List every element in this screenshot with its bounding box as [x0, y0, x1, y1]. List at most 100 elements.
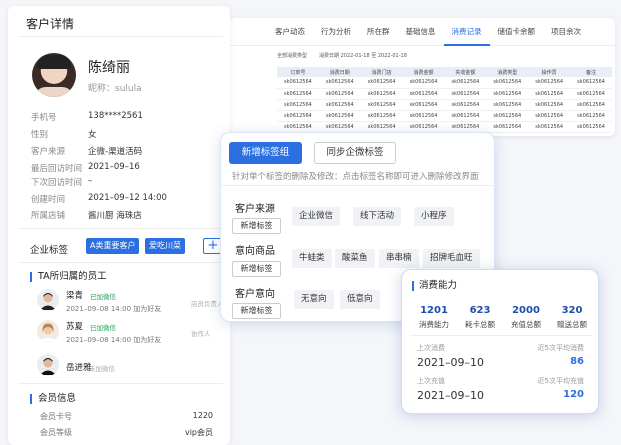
tag-chip[interactable]: 牛蛙类: [292, 249, 332, 268]
tab-basic-info[interactable]: 基础信息: [398, 18, 444, 46]
table-cell: sk0612564: [318, 77, 361, 89]
add-tag-button[interactable]: 新增标签: [232, 303, 281, 319]
tag-chip[interactable]: 小程序: [414, 207, 454, 226]
table-header-cell: 操作员: [528, 67, 571, 77]
tag-group-label: 意向商品: [235, 246, 275, 257]
customer-name: 陈绮丽: [88, 60, 130, 76]
table-cell: sk0612564: [486, 88, 529, 100]
consumption-ability-card: 消费能力 1201 消费能力 623 耗卡总额 2000 充值总额 320 赠送…: [401, 269, 599, 414]
tag-chip[interactable]: 企业微信: [292, 207, 341, 226]
employee-name: 梁青: [66, 291, 84, 301]
consume-date-range[interactable]: 消费日期 2022-01-18 至 2022-01-18: [319, 52, 407, 59]
table-cell: sk0612564: [570, 110, 612, 122]
field-label: 最后回访时间: [31, 164, 83, 174]
member-field-label: 会员卡号: [40, 412, 72, 421]
table-cell: sk0612564: [318, 88, 361, 100]
tag-chip[interactable]: 酸菜鱼: [335, 249, 375, 268]
created-time-value: 2021–09–12 14:00: [88, 193, 167, 203]
field-label: 创建时间: [31, 195, 66, 205]
table-cell: sk0612564: [277, 77, 319, 89]
stat-label: 赠送总额: [557, 320, 587, 329]
divider: [410, 335, 592, 336]
field-label: 所属店铺: [31, 211, 66, 221]
table-cell: sk0612564: [528, 110, 571, 122]
table-cell: sk0612564: [360, 77, 403, 89]
employee-avatar: [37, 289, 59, 311]
table-cell: sk0612564: [277, 110, 319, 122]
table-cell: sk0612564: [444, 121, 487, 133]
member-level: vip会员: [184, 428, 213, 437]
tab-customer-activity[interactable]: 客户动态: [267, 18, 313, 46]
wechat-status-badge: 未加微信: [89, 365, 115, 373]
table-header-cell: 消费门店: [360, 67, 403, 77]
enterprise-tag[interactable]: A类重要客户: [86, 238, 140, 254]
table-row[interactable]: sk0612564 sk0612564 sk0612564 sk0612564 sk06…: [277, 99, 612, 111]
employee-avatar: [37, 320, 59, 342]
tab-stored-card-balance[interactable]: 储值卡余额: [490, 18, 544, 46]
last-visit-value: 2021–09–16: [88, 162, 140, 172]
tab-groups[interactable]: 所在群: [359, 18, 398, 46]
table-cell: sk0612564: [277, 88, 319, 100]
stat-label: 充值总额: [511, 320, 541, 329]
table-cell: sk0612564: [402, 88, 445, 100]
table-row[interactable]: sk0612564 sk0612564 sk0612564 sk0612564 sk06…: [277, 77, 612, 89]
table-cell: sk0612564: [402, 99, 445, 111]
member-section-title: 会员信息: [30, 394, 76, 404]
last-consume-label: 上次消费: [417, 344, 445, 352]
table-cell: sk0612564: [486, 99, 529, 111]
avatar: [32, 53, 76, 97]
divider: [18, 228, 223, 229]
member-field-label: 会员等级: [40, 428, 72, 437]
employee-name: 苏夏: [66, 322, 84, 332]
page-title: 客户详情: [26, 17, 75, 31]
table-cell: sk0612564: [318, 121, 361, 133]
tag-chip[interactable]: 招牌毛血旺: [423, 249, 480, 268]
table-row[interactable]: sk0612564 sk0612564 sk0612564 sk0612564 sk06…: [277, 121, 612, 133]
store-value: 酱川厨 海珠店: [88, 211, 142, 221]
divider: [18, 262, 223, 263]
table-cell: sk0612564: [402, 121, 445, 133]
consume-type-select[interactable]: 全部消费类型: [277, 52, 307, 59]
phone-value: 138****2561: [88, 111, 143, 121]
add-tag-button[interactable]: 新增标签: [232, 218, 281, 234]
last-consume-date: 2021–09–10: [417, 356, 484, 369]
table-cell: sk0612564: [444, 88, 487, 100]
filter-row: 全部消费类型 消费日期 2022-01-18 至 2022-01-18: [277, 52, 407, 59]
employee-added-time: 2021–09–08 14:00 加为好友: [66, 305, 162, 313]
avg5-consume-value: 86: [570, 356, 584, 367]
table-cell: sk0612564: [570, 77, 612, 89]
table-cell: sk0612564: [444, 110, 487, 122]
records-table: 订单号 消费日期 消费门店 消费金额 实收金额 消费类型 操作员 备注 sk0612564 sk…: [277, 67, 612, 133]
gender-value: 女: [88, 130, 97, 140]
table-cell: sk0612564: [528, 77, 571, 89]
tab-project-remaining[interactable]: 项目余次: [543, 18, 589, 46]
employee-name: 岳进雅: [66, 363, 92, 373]
table-cell: sk0612564: [402, 77, 445, 89]
new-tag-group-button[interactable]: 新增标签组: [229, 142, 302, 164]
employee-role: 店员负责人: [191, 300, 224, 308]
table-cell: sk0612564: [277, 121, 319, 133]
stat-label: 消费能力: [419, 320, 449, 329]
field-label: 客户来源: [31, 147, 66, 157]
tag-chip[interactable]: 串串楠: [379, 249, 419, 268]
employee-avatar: [37, 354, 59, 376]
tag-chip[interactable]: 线下活动: [353, 207, 402, 226]
table-row[interactable]: sk0612564 sk0612564 sk0612564 sk0612564 sk06…: [277, 88, 612, 100]
table-cell: sk0612564: [570, 99, 612, 111]
table-header-cell: 实收金额: [444, 67, 487, 77]
tag-chip[interactable]: 低意向: [340, 290, 380, 309]
tab-behavior-analysis[interactable]: 行为分析: [313, 18, 359, 46]
table-cell: sk0612564: [528, 99, 571, 111]
sync-wecom-tags-button[interactable]: 同步企微标签: [314, 142, 396, 164]
enterprise-tag[interactable]: 爱吃川菜: [145, 238, 185, 254]
stat-label: 耗卡总额: [465, 320, 495, 329]
add-tag-button[interactable]: 新增标签: [232, 261, 281, 277]
tag-chip[interactable]: 无意向: [294, 290, 334, 309]
record-tabs: 客户动态 行为分析 所在群 基础信息 消费记录 储值卡余额 项目余次: [229, 18, 615, 46]
tab-consumption-records[interactable]: 消费记录: [443, 18, 490, 46]
popup-hint: 针对单个标签的删除及修改：点击标签名称即可进入删除修改界面: [232, 172, 479, 182]
table-cell: sk0612564: [444, 99, 487, 111]
wechat-status-badge: 已加微信: [90, 324, 116, 332]
table-row[interactable]: sk0612564 sk0612564 sk0612564 sk0612564 sk06…: [277, 110, 612, 122]
field-label: 性别: [31, 130, 49, 140]
